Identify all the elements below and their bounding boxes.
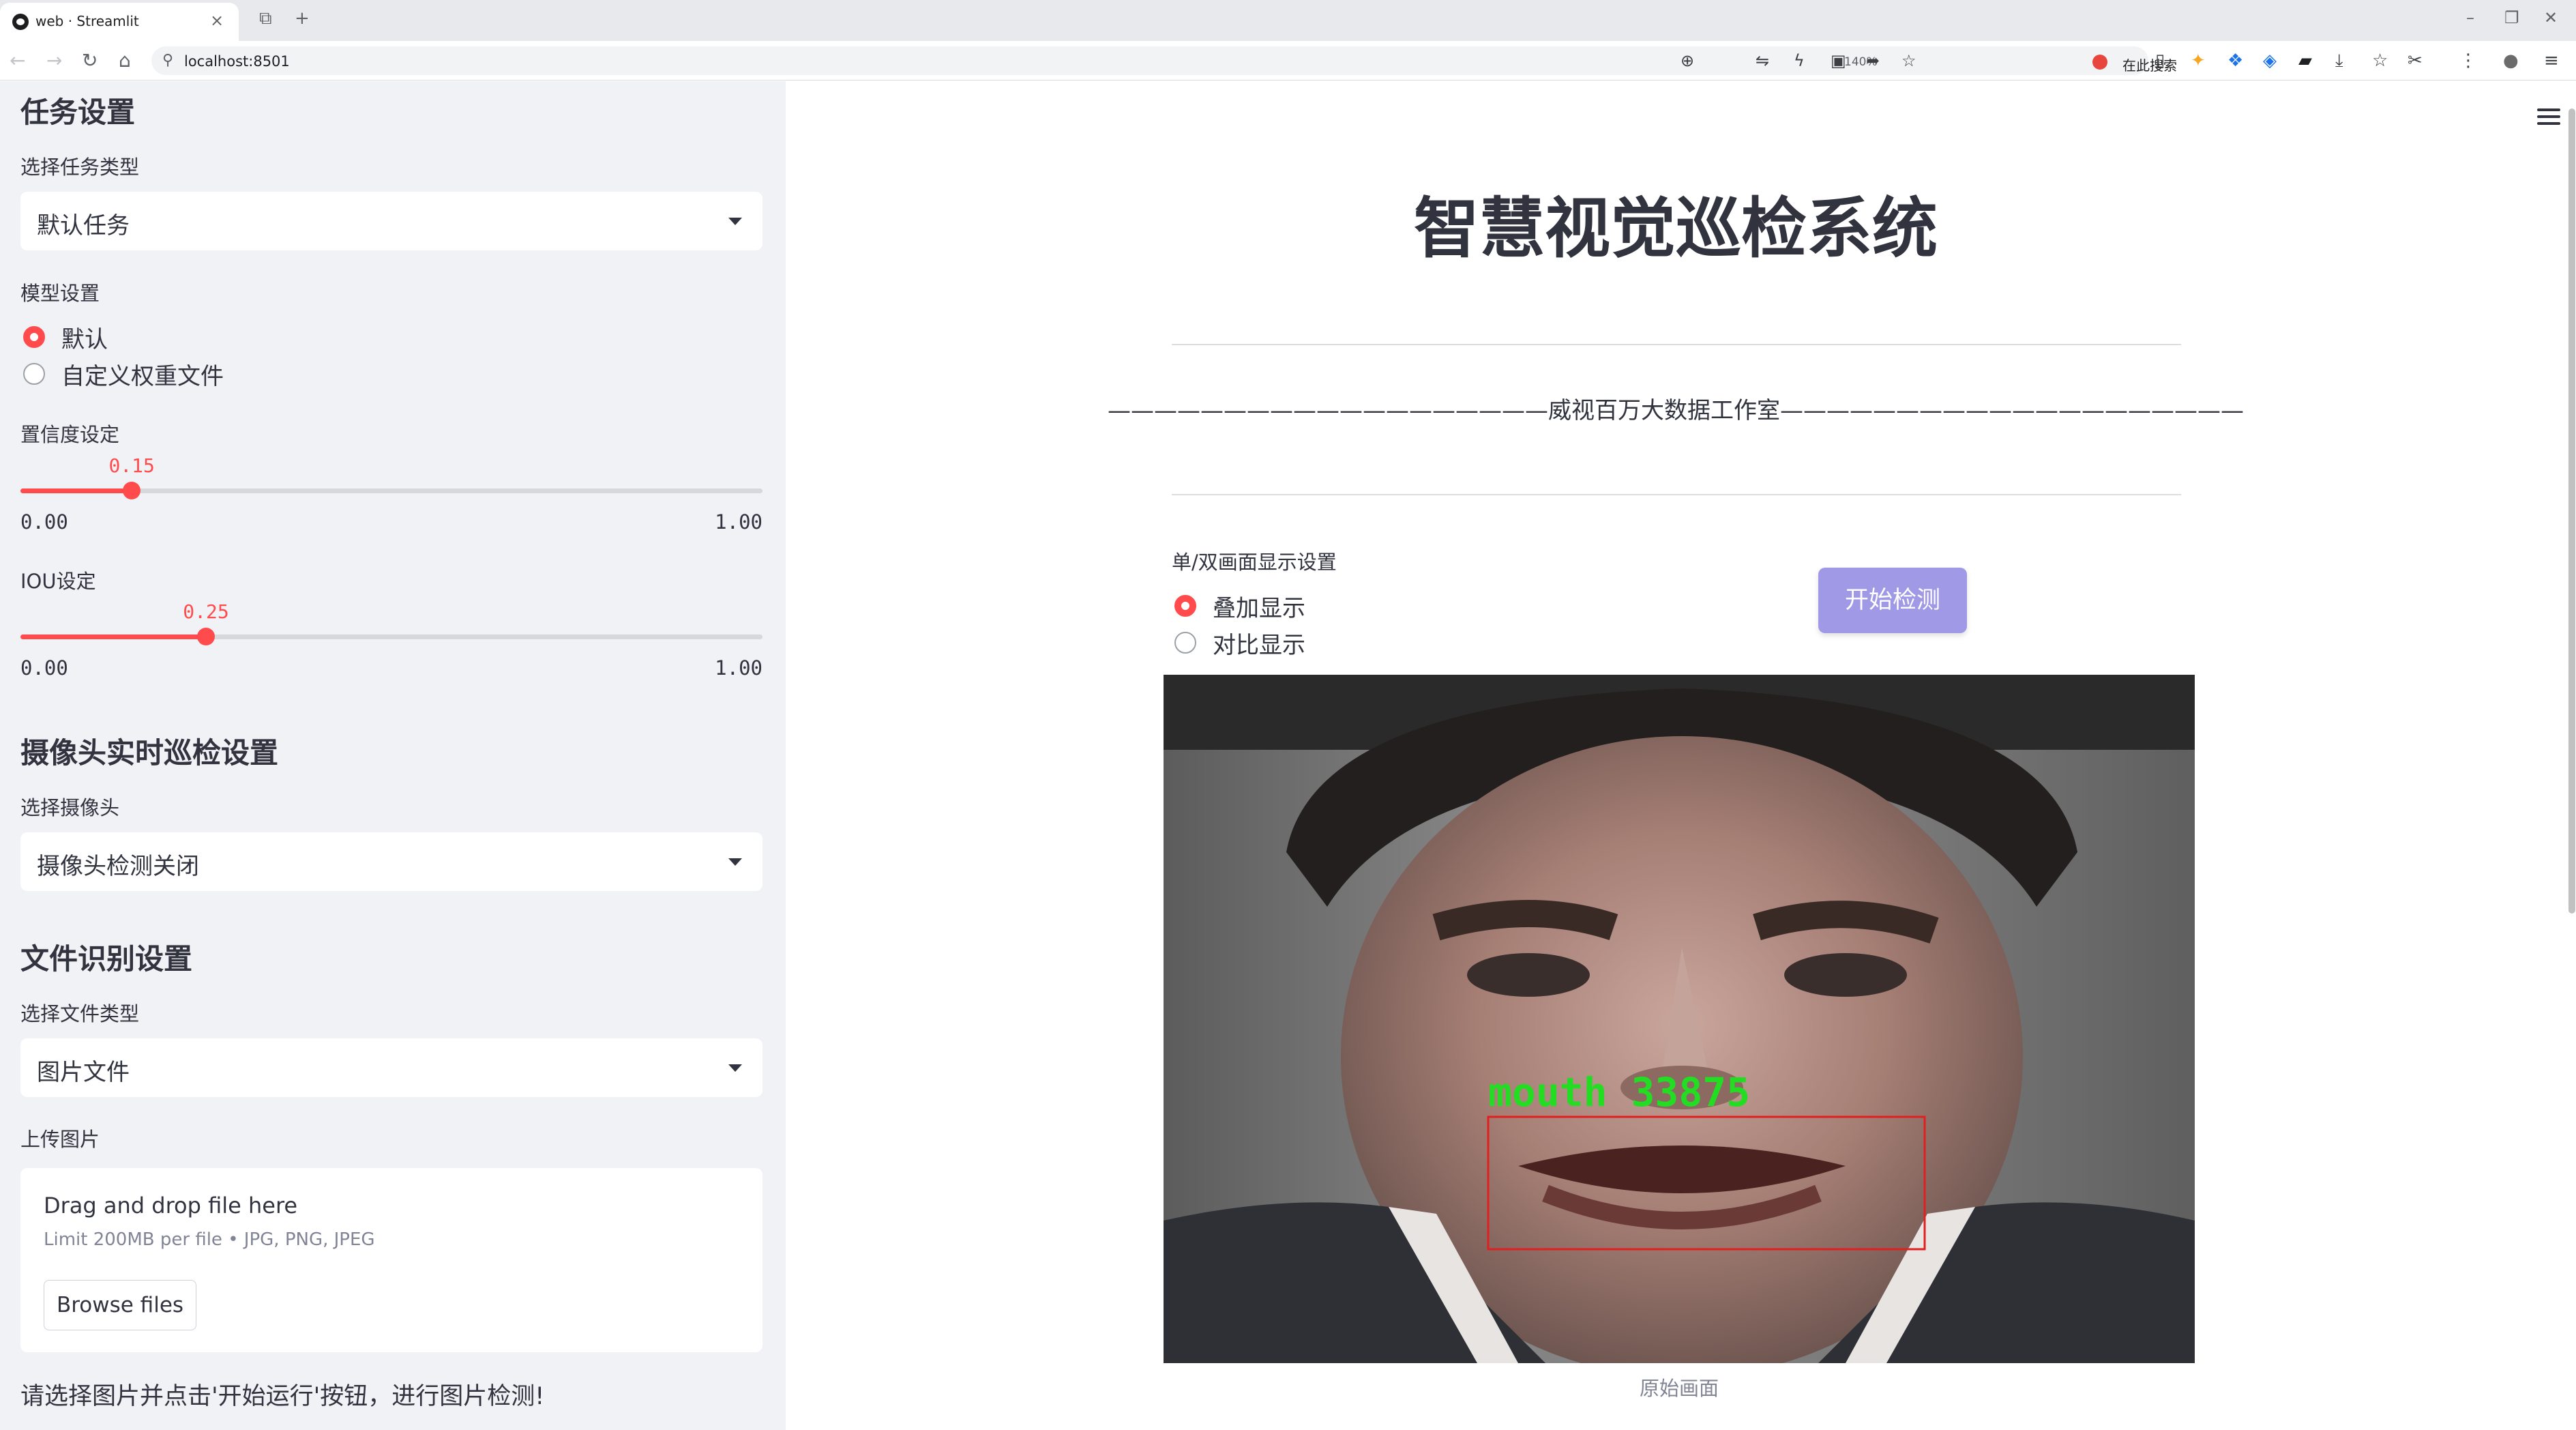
main-content: 智慧视觉巡检系统 ———————————————————威视百万大数据工作室——…: [786, 81, 2576, 1430]
page-title: 智慧视觉巡检系统: [1414, 190, 1938, 267]
download-icon[interactable]: ⤓: [2335, 50, 2343, 72]
radio-label: 叠加显示: [1213, 595, 1305, 622]
extension-icon[interactable]: ▰: [2298, 50, 2312, 71]
address-text[interactable]: localhost:8501: [184, 53, 290, 70]
search-engine-box[interactable]: 在此搜索: [2082, 52, 2286, 74]
chevron-down-icon: [728, 858, 742, 866]
more-menu-icon[interactable]: ⋮: [2459, 50, 2477, 71]
chevron-down-icon: [728, 1064, 742, 1072]
camera-value: 摄像头检测关闭: [37, 853, 199, 880]
upload-label: 上传图片: [20, 1128, 100, 1151]
tab-group-icon[interactable]: ⧉: [259, 8, 272, 29]
extension-icon[interactable]: ◈: [2263, 50, 2277, 71]
tab-close-icon[interactable]: ×: [210, 11, 224, 30]
search-placeholder[interactable]: 在此搜索: [2122, 55, 2177, 74]
detection-image: mouth 33875: [1164, 675, 2195, 1363]
start-detection-button[interactable]: 开始检测: [1818, 568, 1967, 633]
tab-title: web · Streamlit: [35, 13, 139, 29]
browse-files-button[interactable]: Browse files: [44, 1280, 196, 1330]
browser-tab-bar: web · Streamlit × ⧉ + – ❐ ✕: [0, 0, 2576, 41]
slider-value: 0.15: [108, 454, 155, 477]
detection-label: mouth 33875: [1488, 1069, 1750, 1115]
iou-label: IOU设定: [20, 570, 96, 593]
favorites-icon[interactable]: ☆: [2372, 50, 2388, 71]
slider-max: 1.00: [715, 510, 763, 534]
chevron-down-icon: [728, 218, 742, 225]
camera-settings-heading: 摄像头实时巡检设置: [20, 736, 279, 770]
scrollbar[interactable]: [2568, 108, 2575, 914]
dropzone-hint: Limit 200MB per file • JPG, PNG, JPEG: [44, 1229, 375, 1250]
translate-icon[interactable]: ⇋: [1756, 51, 1769, 70]
browser-menu-icon[interactable]: ≡: [2544, 50, 2559, 71]
task-settings-heading: 任务设置: [20, 96, 136, 129]
camera-select[interactable]: 摄像头检测关闭: [20, 832, 763, 891]
close-window-icon[interactable]: ✕: [2544, 8, 2558, 27]
slider-max: 1.00: [715, 656, 763, 680]
task-type-value: 默认任务: [37, 212, 130, 239]
camera-label: 选择摄像头: [20, 796, 120, 819]
radio-selected-icon[interactable]: [23, 326, 45, 348]
radio-unselected-icon[interactable]: [23, 363, 45, 385]
radio-label: 默认: [61, 326, 108, 353]
radio-label: 自定义权重文件: [61, 363, 224, 390]
model-settings-label: 模型设置: [20, 282, 100, 305]
back-icon[interactable]: ←: [10, 49, 25, 72]
face-photo: mouth 33875: [1164, 675, 2195, 1363]
studio-banner: ———————————————————威视百万大数据工作室———————————…: [1108, 397, 2244, 424]
cut-icon[interactable]: ✂: [2408, 50, 2423, 71]
new-tab-icon[interactable]: +: [295, 8, 310, 29]
file-type-value: 图片文件: [37, 1059, 130, 1086]
search-engine-logo-icon: [2092, 55, 2107, 70]
screenshot-icon[interactable]: ▣: [1831, 51, 1846, 70]
extension-icon[interactable]: ✦: [2191, 50, 2206, 71]
bookmark-star-icon[interactable]: ☆: [1901, 51, 1916, 70]
divider: [1172, 344, 2181, 345]
sidebar-tip: 请选择图片并点击'开始运行'按钮，进行图片检测!: [20, 1383, 545, 1410]
task-type-select[interactable]: 默认任务: [20, 192, 763, 250]
confidence-label: 置信度设定: [20, 423, 120, 446]
minimize-icon[interactable]: –: [2466, 8, 2474, 27]
slider-min: 0.00: [20, 510, 68, 534]
display-mode-label: 单/双画面显示设置: [1172, 551, 1337, 574]
file-type-select[interactable]: 图片文件: [20, 1038, 763, 1097]
browser-tab[interactable]: web · Streamlit ×: [0, 3, 239, 41]
mobile-icon[interactable]: ▯: [2155, 50, 2165, 71]
radio-selected-icon[interactable]: [1174, 595, 1196, 617]
address-bar[interactable]: ⚲ localhost:8501 ⊕ 140% ⇋ ϟ ▣ ➦ ☆ 在此搜索: [151, 46, 2177, 75]
browser-toolbar: ← → ↻ ⌂ ⚲ localhost:8501 ⊕ 140% ⇋ ϟ ▣ ➦ …: [0, 41, 2576, 81]
profile-avatar-icon[interactable]: ●: [2503, 50, 2519, 71]
file-settings-heading: 文件识别设置: [20, 942, 193, 976]
restore-icon[interactable]: ❐: [2504, 8, 2519, 27]
lightning-icon[interactable]: ϟ: [1794, 51, 1805, 70]
slider-fill: [20, 488, 132, 493]
slider-thumb[interactable]: [123, 482, 141, 499]
site-info-icon[interactable]: ⚲: [162, 52, 173, 69]
sidebar: 任务设置 选择任务类型 默认任务 模型设置 默认 自定义权重文件 置信度设定 0…: [0, 81, 786, 1430]
file-uploader-dropzone[interactable]: Drag and drop file here Limit 200MB per …: [20, 1168, 763, 1352]
hamburger-menu-icon[interactable]: [2537, 108, 2560, 125]
share-icon[interactable]: ➦: [1866, 51, 1880, 70]
slider-min: 0.00: [20, 656, 68, 680]
radio-label: 对比显示: [1213, 632, 1305, 659]
radio-unselected-icon[interactable]: [1174, 632, 1196, 654]
task-type-label: 选择任务类型: [20, 156, 140, 179]
slider-thumb[interactable]: [197, 628, 215, 645]
home-icon[interactable]: ⌂: [119, 49, 131, 72]
image-caption: 原始画面: [1639, 1377, 1719, 1400]
streamlit-favicon-icon: [12, 14, 29, 30]
dropzone-title: Drag and drop file here: [44, 1193, 298, 1219]
forward-icon[interactable]: →: [46, 49, 62, 72]
divider: [1172, 494, 2181, 495]
reload-icon[interactable]: ↻: [82, 49, 98, 72]
file-type-label: 选择文件类型: [20, 1002, 140, 1025]
zoom-icon[interactable]: ⊕: [1681, 51, 1694, 70]
slider-fill: [20, 634, 206, 639]
slider-value: 0.25: [183, 600, 229, 623]
streamlit-page: 任务设置 选择任务类型 默认任务 模型设置 默认 自定义权重文件 置信度设定 0…: [0, 81, 2576, 1430]
extension-icon[interactable]: ❖: [2227, 50, 2243, 71]
